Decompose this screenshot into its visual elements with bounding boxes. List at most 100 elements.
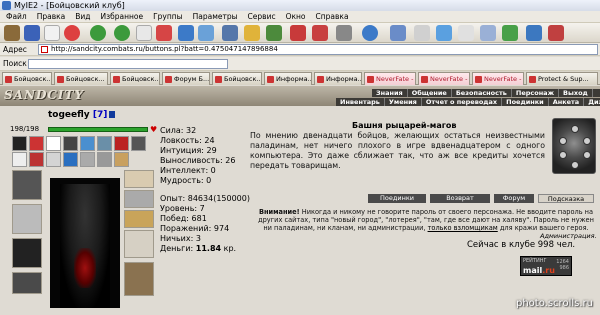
effect-slot-orb[interactable]: [80, 152, 95, 167]
tab-label: NeverFate - в...: [484, 75, 523, 83]
address-input[interactable]: http://sandcity.combats.ru/buttons.pl?ba…: [38, 44, 598, 55]
tab-8[interactable]: NeverFate - в...: [364, 72, 416, 85]
panel-icon[interactable]: [502, 25, 518, 41]
stop-icon[interactable]: [156, 25, 172, 41]
menu-favorites[interactable]: Избранное: [96, 11, 149, 23]
nav-design[interactable]: Дизайн: [584, 98, 600, 106]
menu-file[interactable]: Файл: [0, 11, 32, 23]
effect-slot-sword[interactable]: [97, 152, 112, 167]
nav-profile[interactable]: Анкета: [549, 98, 585, 106]
tab-6[interactable]: Информа...: [264, 72, 312, 85]
page-icon[interactable]: [44, 25, 60, 41]
weapon-slot[interactable]: [12, 204, 42, 234]
nav-security[interactable]: Безопасность: [452, 89, 512, 97]
character-name[interactable]: togeefly [7]: [48, 110, 116, 120]
tab-11[interactable]: Protect & Sup...: [526, 72, 598, 85]
nav-fights[interactable]: Поединки: [502, 98, 549, 106]
new-window-icon[interactable]: [4, 25, 20, 41]
nav-knowledge[interactable]: Знания: [372, 89, 408, 97]
address-url: http://sandcity.combats.ru/buttons.pl?ba…: [51, 45, 278, 53]
helmet-slot[interactable]: [12, 170, 42, 200]
popup-block-icon[interactable]: [312, 25, 328, 41]
print-icon[interactable]: [414, 25, 430, 41]
nav-inventory[interactable]: Инвентарь: [336, 98, 385, 106]
armor-slot[interactable]: [12, 238, 42, 268]
effect-slot-ice[interactable]: [97, 136, 112, 151]
home-icon[interactable]: [198, 25, 214, 41]
menu-options[interactable]: Параметры: [188, 11, 243, 23]
cascade-icon[interactable]: [458, 25, 474, 41]
tab-icon: [57, 76, 64, 83]
effect-slot-cross-white[interactable]: [46, 152, 61, 167]
globe-icon[interactable]: [362, 25, 378, 41]
search-icon[interactable]: [222, 25, 238, 41]
belt-slot[interactable]: [12, 272, 42, 294]
shield-slot[interactable]: [124, 230, 154, 258]
hint-button[interactable]: Подсказка: [538, 194, 594, 203]
tab-label: Protect & Sup...: [538, 75, 589, 83]
info-icon[interactable]: [109, 111, 116, 118]
search-label: Поиск: [3, 59, 27, 68]
effect-slot-dark[interactable]: [131, 136, 146, 151]
gloves-slot[interactable]: [124, 190, 154, 208]
exit-icon[interactable]: [548, 25, 564, 41]
menu-groups[interactable]: Группы: [148, 11, 188, 23]
sandcity-logo: SANDCITY: [4, 88, 85, 102]
tab-2[interactable]: Бойцовск...: [54, 72, 108, 85]
bracers-slot[interactable]: [124, 210, 154, 228]
effect-slot-cross[interactable]: [29, 152, 44, 167]
fights-button[interactable]: Поединки: [368, 194, 426, 203]
new-page-icon[interactable]: [136, 25, 152, 41]
character-level: [7]: [92, 110, 108, 120]
window-icon[interactable]: [436, 25, 452, 41]
tab-5[interactable]: Бойцовск...: [212, 72, 262, 85]
fullscreen-icon[interactable]: [526, 25, 542, 41]
nav-transfers[interactable]: Отчет о переводах: [422, 98, 503, 106]
refresh-icon[interactable]: [178, 25, 194, 41]
effect-slot-boot[interactable]: [63, 136, 78, 151]
block-icon[interactable]: [290, 25, 306, 41]
character-avatar[interactable]: [50, 178, 120, 308]
history-icon[interactable]: [266, 25, 282, 41]
mail-icon[interactable]: [390, 25, 406, 41]
tab-7[interactable]: Информа...: [314, 72, 362, 85]
effect-slot-cancel[interactable]: [12, 152, 27, 167]
tab-1[interactable]: Бойцовск...: [2, 72, 52, 85]
window-title-bar: MyIE2 - [Бойцовский клуб]: [0, 0, 600, 11]
nav-character[interactable]: Персонаж: [512, 89, 560, 97]
ring-slot-1[interactable]: [124, 170, 154, 188]
favorites-icon[interactable]: [244, 25, 260, 41]
return-button[interactable]: Возврат: [430, 194, 490, 203]
menu-edit[interactable]: Правка: [32, 11, 71, 23]
forum-button[interactable]: Форум: [494, 194, 534, 203]
effect-slot-water[interactable]: [80, 136, 95, 151]
tab-label: Информа...: [276, 75, 312, 83]
nav-skills[interactable]: Умения: [385, 98, 422, 106]
effect-slot-heart[interactable]: [114, 136, 129, 151]
close-tab-icon[interactable]: [64, 25, 80, 41]
tab-9[interactable]: NeverFate - ...: [418, 72, 470, 85]
boots-slot[interactable]: [124, 262, 154, 296]
menu-view[interactable]: Вид: [70, 11, 95, 23]
nav-communication[interactable]: Общение: [408, 89, 452, 97]
tab-4[interactable]: Форум Б...: [162, 72, 210, 85]
warning-link[interactable]: только взломщикам: [428, 224, 498, 232]
menu-window[interactable]: Окно: [281, 11, 311, 23]
effect-slot-rage[interactable]: [29, 136, 44, 151]
effect-slot-scroll[interactable]: [114, 152, 129, 167]
tile-icon[interactable]: [480, 25, 496, 41]
tab-3[interactable]: Бойцовск...: [110, 72, 160, 85]
effect-slot-shield[interactable]: [46, 136, 61, 151]
effect-slot-bolt[interactable]: [63, 152, 78, 167]
tab-10[interactable]: NeverFate - в...: [472, 72, 524, 85]
menu-help[interactable]: Справка: [311, 11, 354, 23]
save-icon[interactable]: [24, 25, 40, 41]
search-input[interactable]: [28, 59, 228, 69]
menu-tools[interactable]: Сервис: [243, 11, 281, 23]
effect-slot-sun[interactable]: [12, 136, 27, 151]
back-icon[interactable]: [90, 25, 106, 41]
rating-counter[interactable]: РЕЙТИНГ mail.ru 1264 986: [520, 256, 572, 276]
forward-icon[interactable]: [114, 25, 130, 41]
nav-exit[interactable]: Выход: [559, 89, 593, 97]
proxy-icon[interactable]: [336, 25, 352, 41]
